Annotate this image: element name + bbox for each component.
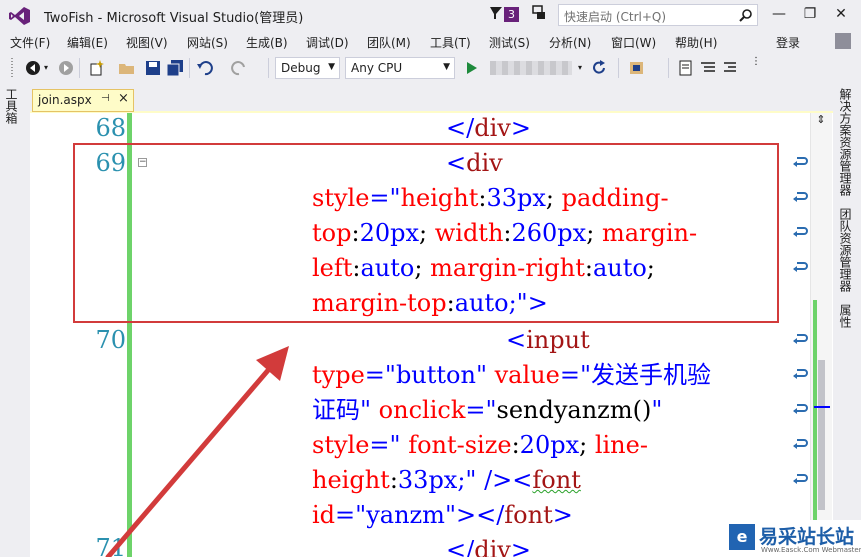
- site-watermark: e 易采站长站 Www.Easck.Com Webmaster: [725, 520, 861, 557]
- watermark-logo-icon: e: [729, 524, 755, 550]
- annotation-arrow-icon: [105, 346, 289, 557]
- watermark-url: Www.Easck.Com Webmaster: [761, 546, 861, 554]
- watermark-title: 易采站长站: [759, 526, 855, 548]
- visual-studio-window: TwoFish - Microsoft Visual Studio(管理员) 3…: [0, 0, 861, 557]
